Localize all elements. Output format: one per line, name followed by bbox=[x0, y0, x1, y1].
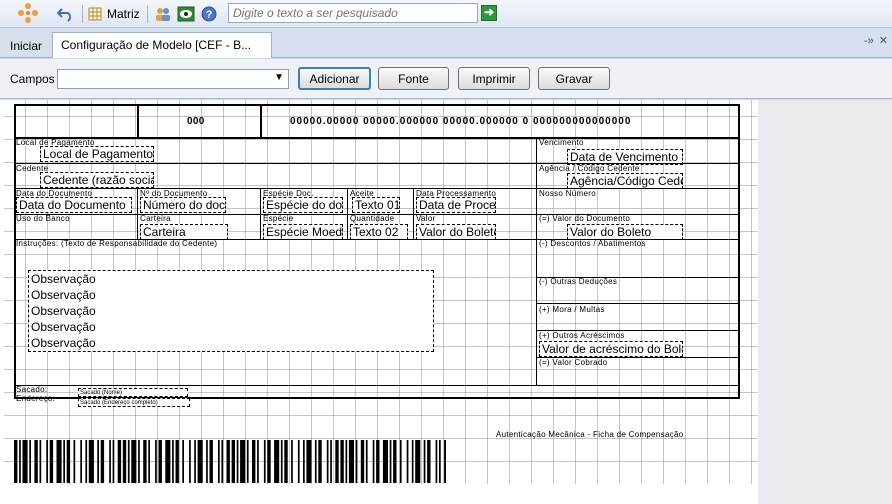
field-carteira[interactable]: Carteira bbox=[140, 224, 228, 240]
main-toolbar: Matriz ? ➜ bbox=[0, 0, 892, 28]
campos-label: Campos bbox=[10, 72, 55, 86]
field-agencia[interactable]: Agência/Código Cedente bbox=[567, 173, 683, 189]
field-valor-acrescimo[interactable]: Valor de acréscimo do Boleto bbox=[539, 341, 683, 357]
users-icon[interactable] bbox=[153, 3, 173, 25]
undo-icon[interactable] bbox=[55, 3, 77, 25]
field-especie-doc[interactable]: Espécie do documento bbox=[263, 197, 343, 213]
observacao-line: Observação bbox=[31, 320, 96, 334]
mora-label: (+) Mora / Multas bbox=[539, 305, 605, 314]
observacao-line: Observação bbox=[31, 288, 96, 302]
toolbar-separator bbox=[82, 5, 83, 23]
tab-bar: Iniciar Configuração de Modelo [CEF - B.… bbox=[0, 28, 892, 58]
field-especie[interactable]: Espécie Moeda bbox=[263, 224, 343, 240]
help-icon[interactable]: ? bbox=[199, 3, 219, 25]
instrucoes-label: Instruções: (Texto de Responsabilidade d… bbox=[16, 239, 218, 248]
gravar-button[interactable]: Gravar bbox=[538, 67, 610, 90]
frame-line bbox=[537, 303, 740, 304]
matriz-label: Matriz bbox=[107, 7, 140, 21]
imprimir-button[interactable]: Imprimir bbox=[458, 67, 530, 90]
workspace-margin bbox=[758, 100, 892, 504]
toolbar-separator bbox=[147, 5, 148, 23]
action-bar: Campos ▼ Adicionar Fonte Imprimir Gravar bbox=[0, 59, 892, 99]
frame-line bbox=[14, 104, 16, 398]
matriz-button[interactable]: Matriz bbox=[88, 3, 144, 25]
close-tab-icon[interactable]: ✕ bbox=[879, 35, 888, 47]
tab-configuracao-modelo[interactable]: Configuração de Modelo [CEF - B... bbox=[52, 32, 272, 58]
frame-line bbox=[738, 104, 740, 398]
field-aceite[interactable]: Texto 01 bbox=[352, 197, 400, 213]
autenticacao-label: Autenticação Mecânica - Ficha de Compens… bbox=[496, 430, 684, 439]
boleto-canvas: 000 00000.00000 00000.000000 00000.00000… bbox=[4, 100, 758, 484]
agencia-label: Agência / Código Cedente bbox=[539, 164, 640, 173]
field-endereco[interactable]: Sacado (Endereço completo) bbox=[78, 398, 190, 407]
frame-line bbox=[14, 104, 740, 106]
field-valor[interactable]: Valor do Boleto bbox=[416, 224, 496, 240]
frame-line bbox=[14, 137, 740, 139]
observacao-line: Observação bbox=[31, 304, 96, 318]
tab-controls: -» ✕ bbox=[864, 34, 888, 47]
adicionar-button[interactable]: Adicionar bbox=[298, 67, 371, 90]
field-data-processamento[interactable]: Data de Processamento bbox=[416, 197, 496, 213]
search-input[interactable] bbox=[228, 3, 478, 23]
bank-code: 000 bbox=[187, 116, 205, 127]
pin-icon[interactable]: -» bbox=[864, 35, 874, 47]
barcode-image bbox=[14, 440, 446, 483]
svg-text:?: ? bbox=[206, 9, 213, 21]
field-sacado[interactable]: Sacado (Nome) bbox=[78, 388, 188, 397]
endereco-label: Endereço: bbox=[16, 394, 56, 403]
chevron-down-icon: ▼ bbox=[274, 72, 284, 83]
frame-line bbox=[536, 138, 537, 386]
nosso-numero-label: Nosso Número bbox=[539, 189, 596, 198]
descontos-label: (-) Descontos / Abatimentos bbox=[539, 239, 646, 248]
search-go-icon[interactable]: ➜ bbox=[481, 5, 497, 21]
field-data-documento[interactable]: Data do Documento bbox=[16, 197, 132, 213]
observacao-line: Observação bbox=[31, 272, 96, 286]
app-logo-icon[interactable] bbox=[10, 3, 46, 25]
campos-select[interactable]: ▼ bbox=[57, 69, 289, 89]
carteira-label: Carteira bbox=[140, 214, 171, 223]
frame-line bbox=[137, 104, 139, 138]
frame-line bbox=[14, 385, 740, 386]
field-local-pagamento[interactable]: Local de Pagamento bbox=[40, 146, 154, 162]
valor-label: Valor bbox=[416, 214, 436, 223]
valor-documento-label: (=) Valor do Documento bbox=[539, 214, 631, 223]
grid-icon bbox=[88, 7, 102, 21]
outros-acrescimos-label: (+) Outros Acréscimos bbox=[539, 331, 625, 340]
frame-line bbox=[260, 104, 262, 138]
quantidade-label: Quantidade bbox=[350, 214, 395, 223]
vencimento-label: Vencimento bbox=[539, 138, 584, 147]
valor-cobrado-label: (=) Valor Cobrado bbox=[539, 358, 608, 367]
observacao-line: Observação bbox=[31, 336, 96, 350]
frame-line bbox=[14, 188, 740, 189]
field-valor-documento[interactable]: Valor do Boleto bbox=[567, 224, 683, 240]
sacado-label: Sacado: bbox=[16, 385, 48, 394]
especie-label: Espécie bbox=[263, 214, 294, 223]
fonte-button[interactable]: Fonte bbox=[378, 67, 449, 90]
uso-banco-label: Uso do Banco bbox=[16, 214, 70, 223]
field-quantidade[interactable]: Texto 02 bbox=[350, 224, 408, 240]
digitable-line: 00000.00000 00000.000000 00000.000000 0 … bbox=[290, 116, 632, 127]
field-n-documento[interactable]: Número do documento bbox=[140, 197, 226, 213]
field-cedente[interactable]: Cedente (razão social) bbox=[40, 172, 154, 188]
design-workspace: 000 00000.00000 00000.000000 00000.00000… bbox=[0, 100, 892, 504]
field-observacoes[interactable]: Observação Observação Observação Observa… bbox=[28, 270, 434, 352]
outras-deducoes-label: (-) Outras Deduções bbox=[539, 277, 618, 286]
preview-eye-icon[interactable] bbox=[176, 3, 196, 25]
tab-iniciar[interactable]: Iniciar bbox=[4, 36, 48, 56]
